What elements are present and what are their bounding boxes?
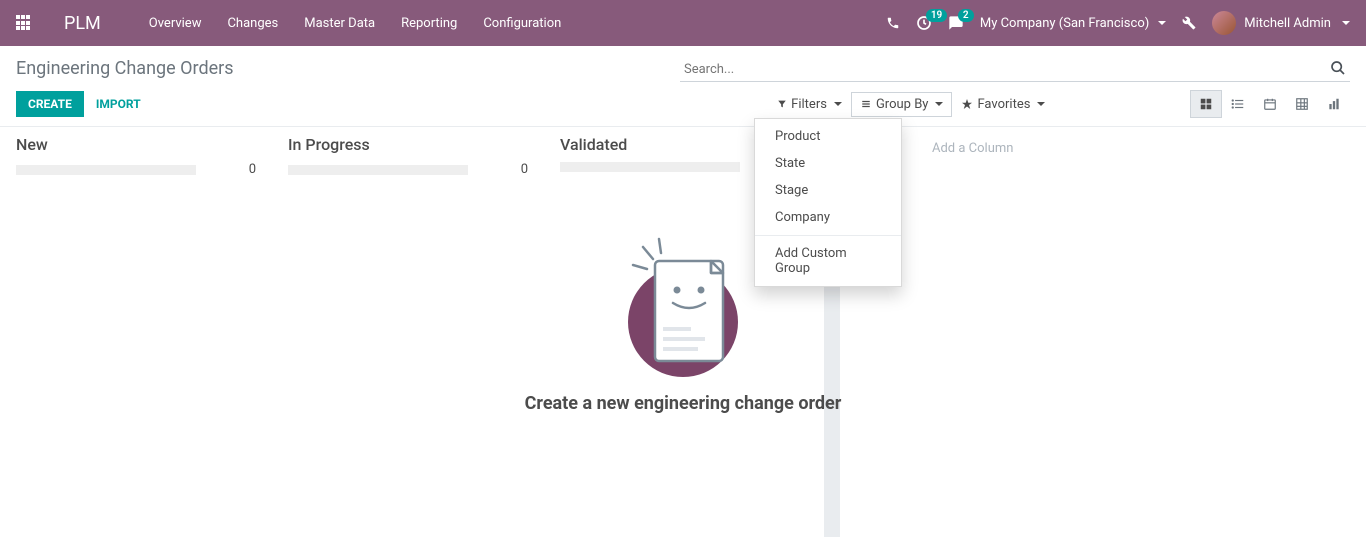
menu-changes[interactable]: Changes	[215, 10, 290, 37]
user-menu[interactable]: Mitchell Admin	[1212, 11, 1350, 35]
app-brand[interactable]: PLM	[64, 13, 101, 34]
phone-icon[interactable]	[886, 16, 900, 30]
search-input[interactable]	[680, 58, 1350, 82]
import-button[interactable]: Import	[84, 91, 153, 117]
apps-launcher-icon[interactable]	[16, 15, 32, 31]
filters-button[interactable]: Filters	[768, 92, 851, 117]
activity-badge: 19	[926, 9, 947, 22]
groupby-state[interactable]: State	[755, 150, 901, 177]
favorites-button[interactable]: Favorites	[952, 92, 1054, 117]
add-column-button[interactable]: Add a Column	[916, 127, 1029, 170]
dropdown-divider	[755, 235, 901, 236]
menu-master-data[interactable]: Master Data	[292, 10, 387, 37]
debug-icon[interactable]	[1182, 16, 1196, 30]
column-title: In Progress	[288, 135, 370, 154]
main-menu: Overview Changes Master Data Reporting C…	[137, 10, 574, 37]
column-count: 0	[249, 162, 256, 177]
column-progress	[288, 165, 468, 175]
column-title: Validated	[560, 135, 627, 154]
column-progress	[16, 165, 196, 175]
groupby-stage[interactable]: Stage	[755, 177, 901, 204]
menu-configuration[interactable]: Configuration	[471, 10, 573, 37]
groupby-dropdown: Product State Stage Company Add Custom G…	[754, 118, 902, 287]
menu-overview[interactable]: Overview	[137, 10, 214, 37]
groupby-product[interactable]: Product	[755, 123, 901, 150]
create-button[interactable]: Create	[16, 91, 84, 117]
view-kanban-button[interactable]	[1190, 90, 1222, 118]
view-graph-button[interactable]	[1318, 90, 1350, 118]
kanban-column-new[interactable]: New 0	[0, 127, 272, 537]
groupby-company[interactable]: Company	[755, 204, 901, 231]
view-list-button[interactable]	[1222, 90, 1254, 118]
groupby-button[interactable]: Group By	[851, 92, 953, 117]
column-progress	[560, 162, 740, 172]
column-count: 0	[521, 162, 528, 177]
avatar	[1212, 11, 1236, 35]
menu-reporting[interactable]: Reporting	[389, 10, 469, 37]
search-icon[interactable]	[1330, 60, 1346, 76]
company-selector[interactable]: My Company (San Francisco)	[980, 16, 1166, 31]
view-calendar-button[interactable]	[1254, 90, 1286, 118]
message-badge: 2	[958, 9, 974, 22]
column-title: New	[16, 135, 48, 154]
messaging-icon[interactable]: 2	[948, 15, 964, 31]
empty-state-icon	[623, 237, 743, 377]
empty-state-text: Create a new engineering change order	[433, 393, 933, 414]
groupby-add-custom[interactable]: Add Custom Group	[755, 240, 901, 282]
breadcrumb: Engineering Change Orders	[16, 58, 234, 79]
view-pivot-button[interactable]	[1286, 90, 1318, 118]
activity-icon[interactable]: 19	[916, 15, 932, 31]
